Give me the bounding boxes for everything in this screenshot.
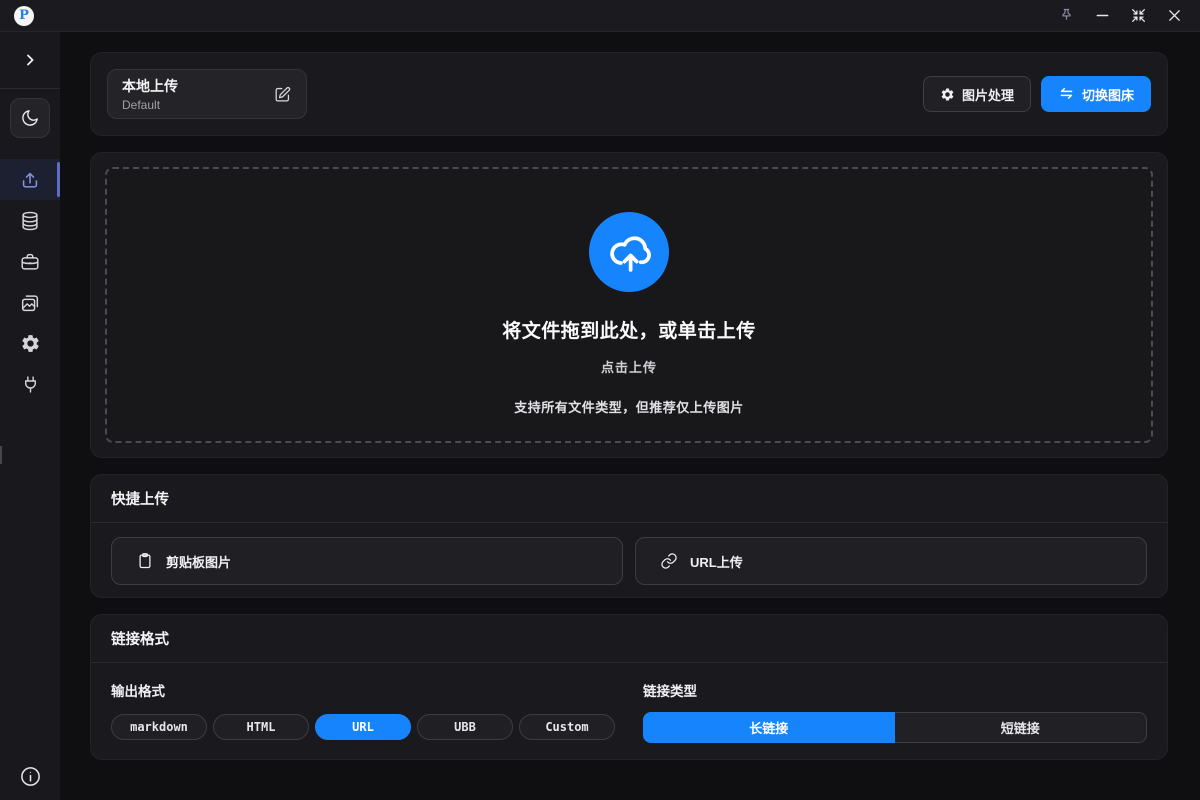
output-format-group: 输出格式 markdown HTML URL UBB Custom: [111, 677, 615, 743]
switch-bed-label: 切换图床: [1082, 85, 1134, 104]
clipboard-icon: [136, 552, 154, 570]
sidebar-item-upload[interactable]: [0, 159, 60, 200]
uploader-header-card: 本地上传 Default 图片处理: [90, 52, 1168, 136]
app-logo: P: [14, 6, 34, 26]
sidebar-item-images[interactable]: [0, 282, 60, 323]
images-icon: [19, 292, 41, 314]
cloud-upload-icon: [603, 226, 655, 278]
output-format-label: 输出格式: [111, 680, 615, 700]
sidebar-item-plugins[interactable]: [0, 364, 60, 405]
minimize-icon[interactable]: [1090, 4, 1114, 28]
url-upload-button[interactable]: URL上传: [635, 537, 1147, 585]
sidebar-item-settings[interactable]: [0, 323, 60, 364]
app-logo-letter: P: [19, 9, 29, 22]
link-icon: [660, 552, 678, 570]
sidebar-divider: [0, 88, 60, 89]
sidebar-nav: [0, 159, 60, 405]
info-icon: [19, 765, 42, 788]
database-icon: [19, 210, 41, 232]
sidebar-item-manage[interactable]: [0, 241, 60, 282]
link-type-label: 链接类型: [643, 680, 1147, 700]
window-controls: [1054, 4, 1186, 28]
image-process-button[interactable]: 图片处理: [923, 76, 1031, 112]
quick-upload-title: 快捷上传: [91, 475, 1167, 522]
clipboard-upload-label: 剪贴板图片: [166, 552, 231, 571]
dropzone-title: 将文件拖到此处，或单击上传: [502, 316, 756, 343]
titlebar: P: [0, 0, 1200, 32]
briefcase-icon: [19, 251, 41, 273]
window-edge-mark: [0, 446, 2, 464]
switch-bed-button[interactable]: 切换图床: [1041, 76, 1151, 112]
theme-toggle-button[interactable]: [10, 98, 50, 138]
link-type-group: 链接类型 长链接 短链接: [643, 677, 1147, 743]
clipboard-upload-button[interactable]: 剪贴板图片: [111, 537, 623, 585]
quick-upload-card: 快捷上传 剪贴板图片 URL上传: [90, 474, 1168, 598]
sidebar-item-gallery[interactable]: [0, 200, 60, 241]
plug-icon: [20, 374, 41, 395]
sidebar: [0, 32, 60, 800]
upload-icon: [19, 169, 41, 191]
restore-icon[interactable]: [1126, 4, 1150, 28]
close-icon[interactable]: [1162, 4, 1186, 28]
upload-dropzone[interactable]: 将文件拖到此处，或单击上传 点击上传 支持所有文件类型，但推荐仅上传图片: [105, 167, 1153, 443]
link-format-card: 链接格式 输出格式 markdown HTML URL UBB Custom 链…: [90, 614, 1168, 760]
uploader-name: 本地上传: [122, 76, 178, 96]
pin-icon[interactable]: [1054, 4, 1078, 28]
format-option-markdown[interactable]: markdown: [111, 714, 207, 740]
link-format-title: 链接格式: [91, 615, 1167, 662]
main-content: 本地上传 Default 图片处理: [60, 32, 1200, 800]
cloud-upload-badge: [589, 212, 669, 292]
link-type-long[interactable]: 长链接: [643, 712, 895, 743]
about-button[interactable]: [19, 765, 42, 788]
edit-icon[interactable]: [273, 85, 292, 104]
link-type-short[interactable]: 短链接: [895, 712, 1148, 743]
uploader-profile: Default: [122, 98, 178, 112]
gear-icon: [20, 333, 41, 354]
header-actions: 图片处理 切换图床: [923, 76, 1151, 112]
swap-icon: [1058, 86, 1075, 103]
dropzone-click-hint: 点击上传: [601, 357, 657, 376]
format-option-custom[interactable]: Custom: [519, 714, 615, 740]
moon-icon: [20, 108, 40, 128]
current-uploader-card[interactable]: 本地上传 Default: [107, 69, 307, 119]
format-option-ubb[interactable]: UBB: [417, 714, 513, 740]
sidebar-expand-button[interactable]: [16, 46, 44, 74]
gear-icon: [940, 87, 955, 102]
url-upload-label: URL上传: [690, 552, 743, 571]
upload-card: 将文件拖到此处，或单击上传 点击上传 支持所有文件类型，但推荐仅上传图片: [90, 152, 1168, 458]
format-option-url[interactable]: URL: [315, 714, 411, 740]
format-option-html[interactable]: HTML: [213, 714, 309, 740]
image-process-label: 图片处理: [962, 85, 1014, 104]
link-type-segmented: 长链接 短链接: [643, 712, 1147, 743]
dropzone-support-hint: 支持所有文件类型，但推荐仅上传图片: [514, 397, 744, 416]
